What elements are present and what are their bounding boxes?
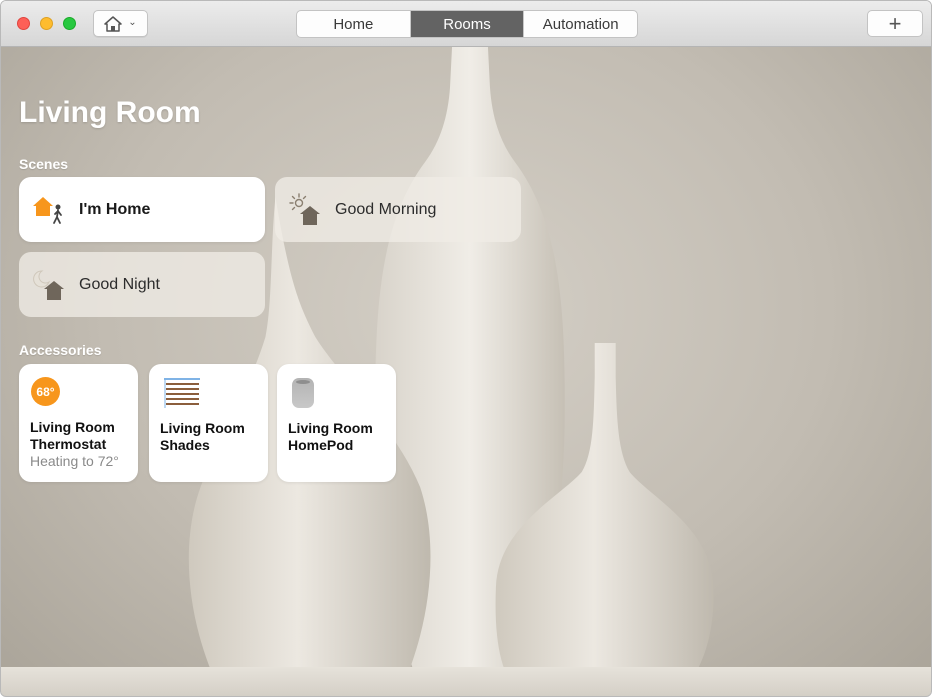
title-bar: ⌄ Home Rooms Automation + xyxy=(1,1,931,47)
home-selector-button[interactable]: ⌄ xyxy=(93,10,148,37)
accessory-tile-thermostat[interactable]: 68° Living Room Thermostat Heating to 72… xyxy=(19,364,138,482)
house-icon xyxy=(104,15,123,32)
room-title: Living Room xyxy=(19,96,201,129)
accessory-tile-shades[interactable]: Living Room Shades xyxy=(149,364,268,482)
accessory-name-line2: HomePod xyxy=(288,437,354,453)
shades-icon xyxy=(164,378,200,408)
tab-home[interactable]: Home xyxy=(297,11,411,37)
arrive-home-icon xyxy=(33,196,62,224)
scenes-section-label: Scenes xyxy=(19,156,69,172)
night-icon xyxy=(33,269,64,300)
scene-label: Good Night xyxy=(79,275,160,293)
zoom-window-button[interactable] xyxy=(63,17,76,30)
scene-tile-good-night[interactable]: Good Night xyxy=(19,252,265,317)
minimize-window-button[interactable] xyxy=(40,17,53,30)
room-background-image xyxy=(1,47,931,696)
accessory-name-line1: Living Room xyxy=(160,420,245,436)
chevron-down-icon: ⌄ xyxy=(128,17,137,28)
scene-label: I'm Home xyxy=(79,200,151,218)
close-window-button[interactable] xyxy=(17,17,30,30)
accessories-section-label: Accessories xyxy=(19,342,102,358)
accessory-name-line1: Living Room xyxy=(30,419,115,435)
thermostat-icon: 68° xyxy=(31,377,60,406)
accessory-status: Heating to 72° xyxy=(30,453,119,469)
scene-tile-good-morning[interactable]: Good Morning xyxy=(275,177,521,242)
view-tabs: Home Rooms Automation xyxy=(296,10,638,38)
scene-tile-im-home[interactable]: I'm Home xyxy=(19,177,265,242)
home-app-window: ⌄ Home Rooms Automation + Living Room Sc… xyxy=(0,0,932,697)
accessory-name-line2: Shades xyxy=(160,437,210,453)
morning-icon xyxy=(289,192,320,225)
room-view: Living Room Scenes I'm Home Good Morning… xyxy=(1,47,931,696)
scene-label: Good Morning xyxy=(335,200,437,218)
accessory-name-line2: Thermostat xyxy=(30,436,107,452)
tab-rooms[interactable]: Rooms xyxy=(410,11,525,37)
accessory-name-line1: Living Room xyxy=(288,420,373,436)
accessory-tile-homepod[interactable]: Living Room HomePod xyxy=(277,364,396,482)
homepod-icon xyxy=(292,378,314,408)
add-button[interactable]: + xyxy=(867,10,923,37)
tab-automation[interactable]: Automation xyxy=(524,11,637,37)
